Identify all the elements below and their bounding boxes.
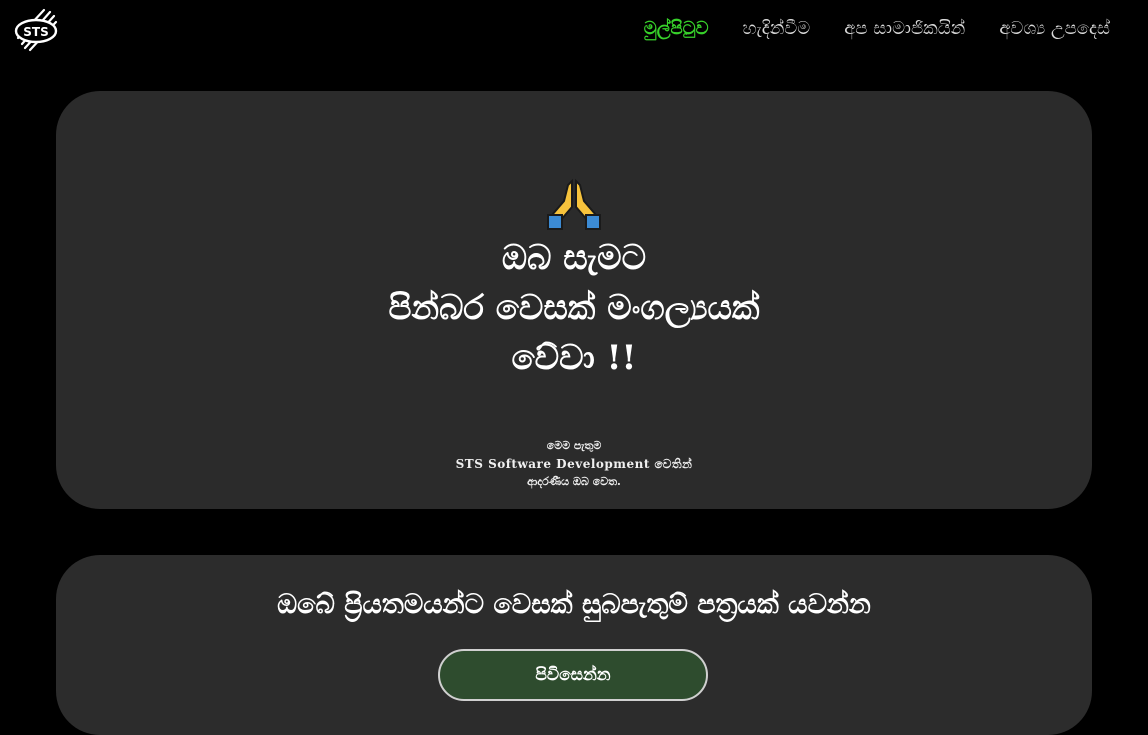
main-nav: මුල්පිටුව හැදින්වීම අප සාමාජිකයින් අවශ්‍… xyxy=(644,18,1110,39)
send-card-title: ඔබේ ප්‍රියතමයන්ට වෙසක් සුබපැතුම් පත්‍රයක… xyxy=(277,589,871,620)
folded-hands-icon xyxy=(546,177,602,231)
credit-line-3: ආදරණීය ඔබ වෙත. xyxy=(527,475,621,488)
greeting-card: ඔබ සැමට පින්බර වෙසක් මංගල්‍යයක් වේවා !! … xyxy=(56,91,1092,509)
enter-button[interactable]: පිවිසෙන්න xyxy=(438,649,708,701)
top-navigation-bar: STS මුල්පිටුව හැදින්වීම අප සාමාජිකයින් අ… xyxy=(0,0,1148,62)
nav-item-instructions[interactable]: අවශ්‍ය උපදෙස් xyxy=(999,18,1110,39)
greeting-line-3: වේවා !! xyxy=(511,338,637,378)
credit-line-2: STS Software Development වෙතින් xyxy=(455,457,693,471)
nav-item-members[interactable]: අප සාමාජිකයින් xyxy=(844,18,965,39)
greeting-line-1: ඔබ සැමට xyxy=(501,238,647,278)
credit-line-1: මෙම පැතුම xyxy=(546,439,602,452)
vesak-greeting-text: ඔබ සැමට පින්බර වෙසක් මංගල්‍යයක් වේවා !! xyxy=(56,233,1092,383)
sts-logo-icon[interactable]: STS xyxy=(12,6,60,54)
greeting-line-2: පින්බර වෙසක් මංගල්‍යයක් xyxy=(388,288,760,328)
credit-text: මෙම පැතුම STS Software Development වෙතින… xyxy=(56,437,1092,491)
nav-item-home[interactable]: මුල්පිටුව xyxy=(644,18,709,39)
nav-item-introduction[interactable]: හැදින්වීම xyxy=(743,18,811,39)
logo-text: STS xyxy=(23,25,48,39)
send-card: ඔබේ ප්‍රියතමයන්ට වෙසක් සුබපැතුම් පත්‍රයක… xyxy=(56,555,1092,735)
